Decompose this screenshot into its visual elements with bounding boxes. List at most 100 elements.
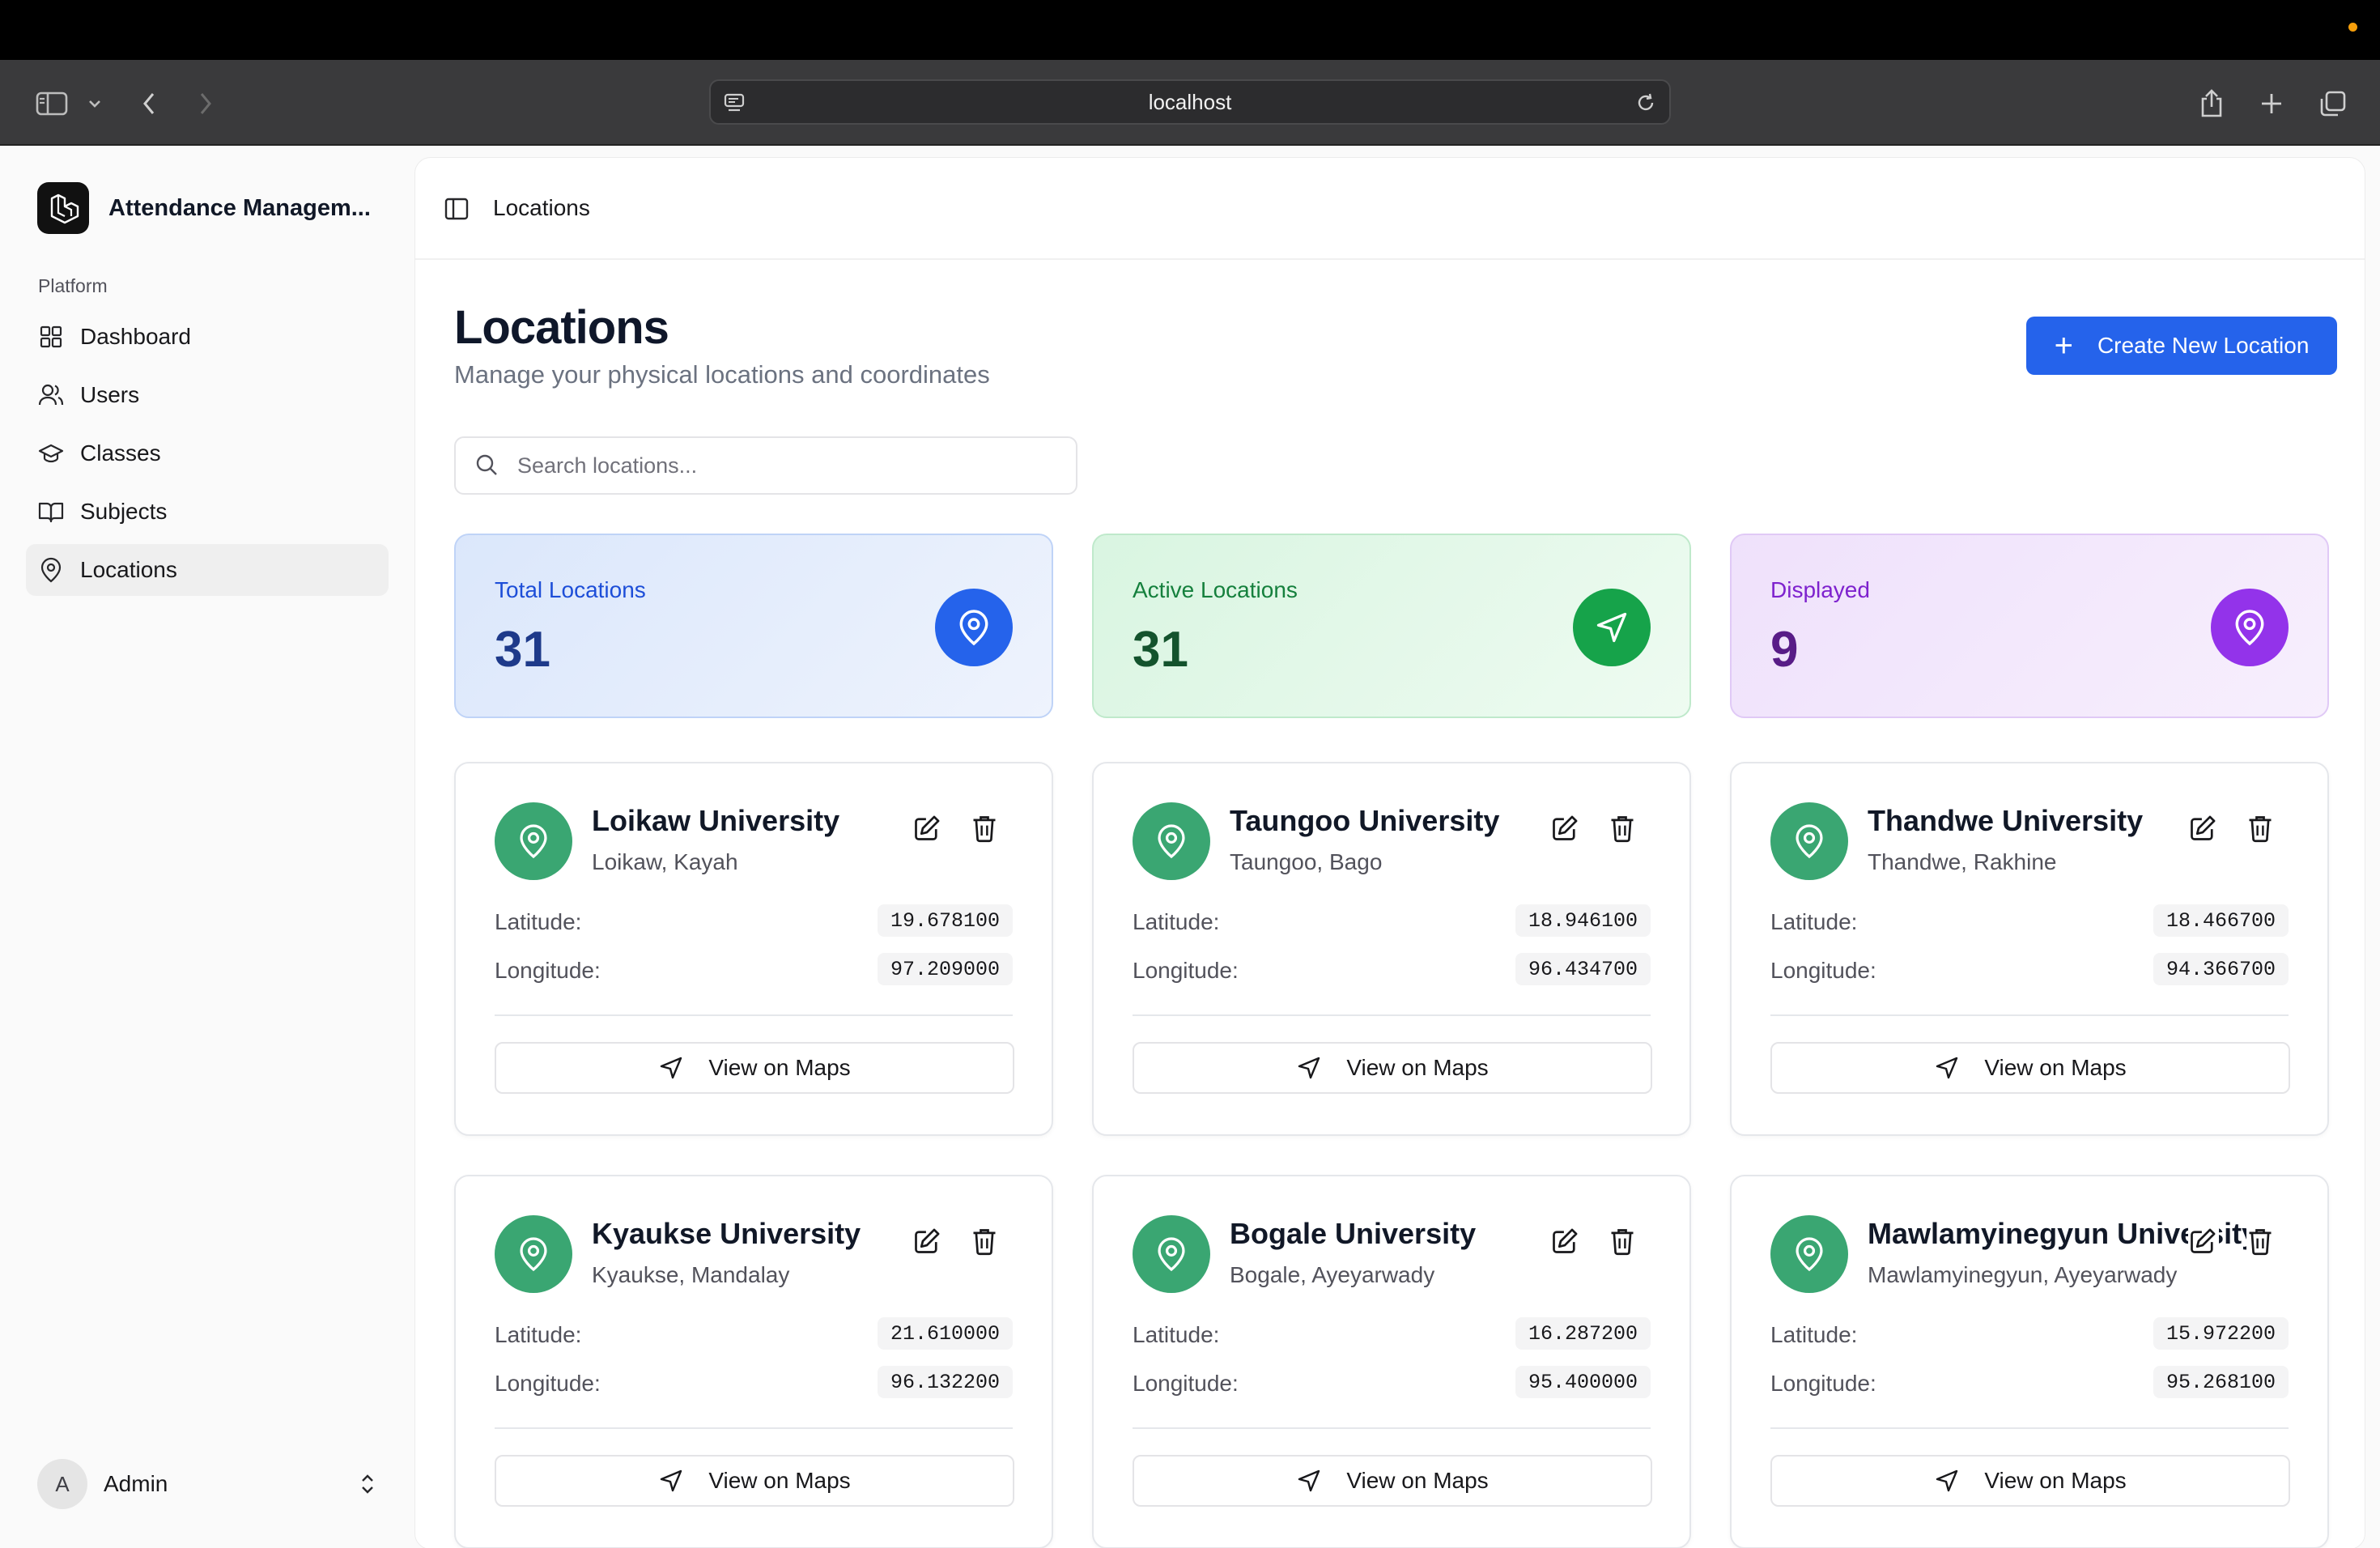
map-pin-icon <box>2211 589 2289 666</box>
view-on-maps-label: View on Maps <box>1346 1468 1489 1493</box>
trash-icon[interactable] <box>2246 814 2277 844</box>
page-settings-icon[interactable] <box>722 91 746 119</box>
user-name: Admin <box>104 1471 168 1496</box>
sidebar-item-label: Dashboard <box>80 324 191 349</box>
chevron-down-icon[interactable] <box>74 83 115 125</box>
location-card: Thandwe University Thandwe, Rakhine Lati… <box>1730 762 2329 1136</box>
stat-card-displayed: Displayed 9 <box>1730 534 2329 718</box>
navigation-icon <box>1298 1057 1320 1079</box>
plus-icon: + <box>2054 328 2073 364</box>
tab-overview-icon[interactable] <box>2312 83 2354 125</box>
search-input[interactable] <box>517 453 1068 478</box>
navigation-icon <box>1936 1469 1958 1492</box>
navigation-icon <box>1936 1057 1958 1079</box>
chevrons-up-down-icon <box>358 1471 377 1501</box>
latitude-value: 21.610000 <box>877 1317 1013 1350</box>
share-icon[interactable] <box>2191 83 2233 125</box>
page-subtitle: Manage your physical locations and coord… <box>454 360 990 389</box>
location-city: Taungoo, Bago <box>1230 849 1383 874</box>
trash-icon[interactable] <box>2246 1227 2277 1257</box>
location-card: Bogale University Bogale, Ayeyarwady Lat… <box>1092 1175 1691 1548</box>
sidebar-item-label: Locations <box>80 557 177 582</box>
url-text: localhost <box>1148 89 1232 114</box>
trash-icon[interactable] <box>971 1227 1001 1257</box>
main-content: Locations Locations Manage your physical… <box>414 157 2365 1548</box>
longitude-label: Longitude: <box>1133 1371 1239 1396</box>
latitude-value: 18.946100 <box>1515 904 1651 937</box>
trash-icon[interactable] <box>1609 814 1639 844</box>
trash-icon[interactable] <box>971 814 1001 844</box>
edit-icon[interactable] <box>1550 814 1581 844</box>
stat-label: Displayed <box>1770 577 1870 602</box>
page-header: Locations <box>415 158 2365 260</box>
divider <box>1770 1014 2289 1016</box>
edit-icon[interactable] <box>2188 814 2219 844</box>
panel-toggle-icon[interactable] <box>443 195 472 224</box>
reload-icon[interactable] <box>1634 91 1658 119</box>
location-name: Loikaw University <box>592 804 840 837</box>
back-icon[interactable] <box>128 83 170 125</box>
sidebar-item-label: Classes <box>80 440 161 466</box>
longitude-value: 96.434700 <box>1515 953 1651 985</box>
view-on-maps-label: View on Maps <box>708 1055 851 1080</box>
new-tab-icon[interactable] <box>2250 83 2293 125</box>
view-on-maps-label: View on Maps <box>1984 1055 2127 1080</box>
sidebar-item-label: Users <box>80 382 140 407</box>
edit-icon[interactable] <box>1550 1227 1581 1257</box>
stat-card-total: Total Locations 31 <box>454 534 1053 718</box>
browser-toolbar: localhost <box>0 60 2380 146</box>
page-title: Locations <box>454 301 669 354</box>
app-shell: Attendance Managem... Platform Dashboard… <box>0 146 2380 1548</box>
edit-icon[interactable] <box>2188 1227 2219 1257</box>
users-icon <box>38 382 64 408</box>
location-name: Taungoo University <box>1230 804 1500 837</box>
view-on-maps-button[interactable]: View on Maps <box>1770 1042 2290 1094</box>
recording-indicator-dot <box>2348 23 2357 32</box>
sidebar-item-users[interactable]: Users <box>26 369 389 421</box>
sidebar: Attendance Managem... Platform Dashboard… <box>0 146 413 1548</box>
divider <box>495 1014 1013 1016</box>
sidebar-item-subjects[interactable]: Subjects <box>26 486 389 538</box>
view-on-maps-button[interactable]: View on Maps <box>1770 1455 2290 1507</box>
location-city: Thandwe, Rakhine <box>1868 849 2057 874</box>
latitude-label: Latitude: <box>1133 909 1220 934</box>
app-logo-icon <box>37 182 89 234</box>
sidebar-item-dashboard[interactable]: Dashboard <box>26 311 389 363</box>
longitude-label: Longitude: <box>1770 958 1876 983</box>
navigation-icon <box>1573 589 1651 666</box>
longitude-value: 95.268100 <box>2153 1366 2289 1398</box>
latitude-label: Latitude: <box>495 1322 582 1347</box>
latitude-value: 19.678100 <box>877 904 1013 937</box>
search-icon <box>474 452 501 479</box>
latitude-value: 18.466700 <box>2153 904 2289 937</box>
edit-icon[interactable] <box>912 1227 943 1257</box>
latitude-label: Latitude: <box>1770 1322 1858 1347</box>
brand[interactable]: Attendance Managem... <box>37 182 371 234</box>
forward-icon[interactable] <box>185 83 227 125</box>
divider <box>1770 1427 2289 1429</box>
create-location-button[interactable]: + Create New Location <box>2026 317 2337 375</box>
divider <box>495 1427 1013 1429</box>
view-on-maps-button[interactable]: View on Maps <box>495 1455 1014 1507</box>
sidebar-item-locations[interactable]: Locations <box>26 544 389 596</box>
map-pin-icon <box>1133 802 1210 880</box>
latitude-label: Latitude: <box>1133 1322 1220 1347</box>
location-city: Loikaw, Kayah <box>592 849 738 874</box>
map-pin-icon <box>1133 1215 1210 1293</box>
location-card: Mawlamyinegyun University Mawlamyinegyun… <box>1730 1175 2329 1548</box>
menu-bar <box>0 0 2380 60</box>
map-pin-icon <box>1770 802 1848 880</box>
location-name: Bogale University <box>1230 1217 1477 1250</box>
book-icon <box>38 499 64 525</box>
view-on-maps-button[interactable]: View on Maps <box>1133 1042 1652 1094</box>
address-bar[interactable]: localhost <box>709 79 1671 125</box>
sidebar-toggle-icon[interactable] <box>29 83 74 125</box>
trash-icon[interactable] <box>1609 1227 1639 1257</box>
view-on-maps-button[interactable]: View on Maps <box>1133 1455 1652 1507</box>
view-on-maps-button[interactable]: View on Maps <box>495 1042 1014 1094</box>
view-on-maps-label: View on Maps <box>708 1468 851 1493</box>
sidebar-item-classes[interactable]: Classes <box>26 427 389 479</box>
breadcrumb[interactable]: Locations <box>493 195 590 221</box>
edit-icon[interactable] <box>912 814 943 844</box>
user-menu[interactable]: A Admin <box>37 1458 377 1510</box>
